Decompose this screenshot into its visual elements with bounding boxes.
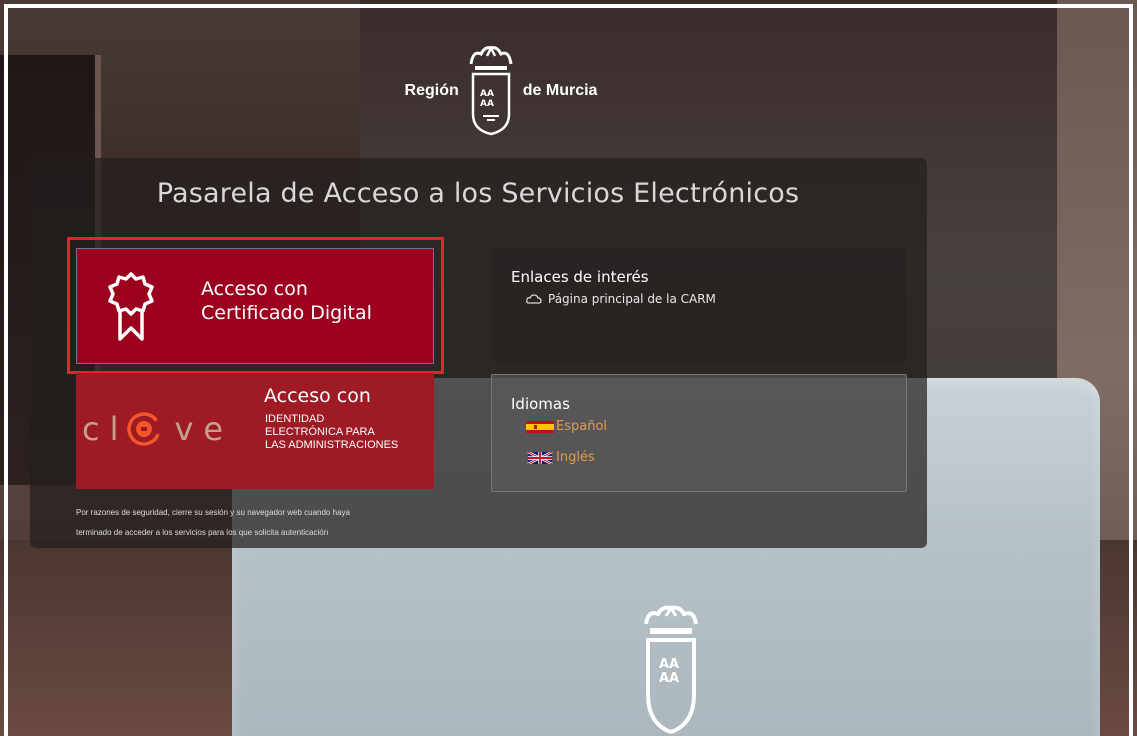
links-heading: Enlaces de interés	[511, 268, 649, 286]
language-english-label: Inglés	[556, 450, 595, 465]
header-logo: Región AA AA de Murcia	[396, 44, 606, 136]
security-note-line2: terminado de acceder a los servicios par…	[76, 528, 329, 537]
svg-text:AA: AA	[480, 99, 494, 109]
clave-button-title: Acceso con	[264, 385, 371, 407]
language-spanish-label: Español	[556, 419, 608, 434]
svg-text:AA: AA	[659, 657, 679, 672]
certificate-button-line1: Acceso con	[201, 278, 308, 300]
links-box: Enlaces de interés Página principal de l…	[492, 248, 906, 364]
svg-text:AA: AA	[480, 89, 494, 99]
certificate-button-line2: Certificado Digital	[201, 302, 372, 324]
cloud-link-icon	[526, 294, 542, 304]
certificate-login-button[interactable]: Acceso con Certificado Digital	[76, 248, 434, 364]
link-carm-home-label: Página principal de la CARM	[548, 292, 716, 306]
murcia-coat-of-arms-icon: AA AA	[469, 45, 513, 136]
page-title: Pasarela de Acceso a los Servicios Elect…	[156, 178, 800, 209]
language-english[interactable]: Inglés	[526, 450, 595, 465]
laptop-coat-of-arms-icon: AA AA	[644, 605, 698, 735]
language-spanish[interactable]: Español	[526, 419, 607, 434]
logo-text-right: de Murcia	[522, 82, 598, 99]
clave-logo-text-left: cl	[82, 410, 129, 448]
security-note-line1: Por razones de seguridad, cierre su sesi…	[76, 508, 350, 517]
logo-text-left: Región	[404, 82, 459, 99]
clave-subtitle-line2: ELECTRÓNICA PARA	[265, 426, 375, 438]
clave-login-button[interactable]: cl ve Acceso con IDENTIDAD ELECTRÓNICA P…	[76, 373, 434, 489]
spain-flag-icon	[526, 420, 554, 433]
page-background: AA AA Región AA AA de Murcia Pasarela de…	[0, 0, 1137, 736]
svg-text:AA: AA	[659, 671, 679, 686]
clave-subtitle-line3: LAS ADMINISTRACIONES	[265, 439, 399, 451]
clave-logo-text-right: ve	[174, 410, 234, 448]
link-carm-home[interactable]: Página principal de la CARM	[526, 292, 716, 306]
languages-box: Idiomas Español Inglés	[491, 374, 907, 492]
clave-logo: cl ve	[82, 405, 270, 453]
security-note: Por razones de seguridad, cierre su sesi…	[76, 503, 436, 543]
certificate-ribbon-icon	[108, 272, 154, 341]
clave-at-key-icon	[127, 412, 162, 446]
uk-flag-icon	[527, 451, 553, 464]
clave-subtitle-line1: IDENTIDAD	[265, 413, 325, 425]
languages-heading: Idiomas	[511, 395, 570, 413]
